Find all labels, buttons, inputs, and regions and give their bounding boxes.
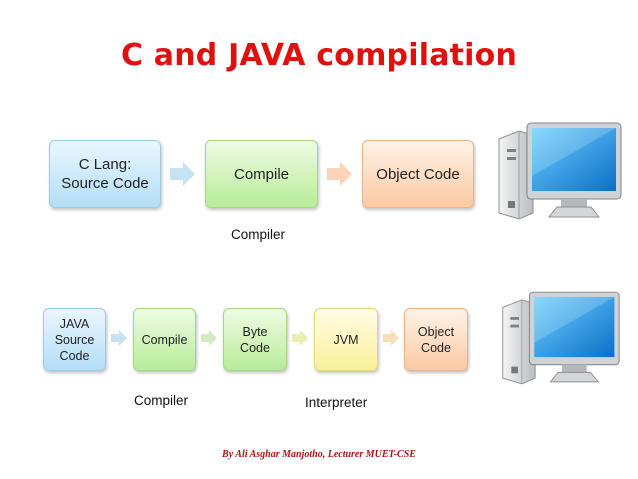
arrow-right-icon (292, 330, 308, 346)
arrow-right-icon (383, 330, 399, 346)
java-object-code-label: Object Code (417, 324, 455, 355)
slide-title: C and JAVA compilation (120, 38, 518, 73)
c-compile-box: Compile (205, 140, 318, 208)
bytecode-box: Byte Code (223, 308, 287, 371)
bytecode-label: Byte Code (240, 324, 270, 355)
computer-icon (502, 291, 620, 385)
java-source-code-label: JAVA Source Code (54, 316, 95, 363)
arrow-right-icon (327, 162, 352, 186)
c-object-code-box: Object Code (362, 140, 474, 208)
arrow-right-icon (111, 330, 127, 346)
java-compile-box: Compile (133, 308, 196, 371)
arrow-right-icon (170, 162, 195, 186)
c-compiler-label: Compiler (231, 227, 286, 242)
author-credit: By Ali Asghar Manjotho, Lecturer MUET-CS… (222, 449, 416, 460)
c-source-code-label: C Lang: Source Code (61, 156, 149, 192)
interpreter-label: Interpreter (305, 395, 368, 410)
jvm-label: JVM (333, 332, 359, 347)
c-object-code-label: Object Code (376, 165, 460, 183)
java-compiler-label: Compiler (134, 393, 189, 408)
c-source-code-box: C Lang: Source Code (49, 140, 161, 208)
arrow-right-icon (201, 330, 217, 346)
jvm-box: JVM (314, 308, 378, 371)
computer-icon (498, 122, 622, 220)
c-compile-label: Compile (233, 165, 290, 183)
java-source-code-box: JAVA Source Code (43, 308, 106, 371)
java-object-code-box: Object Code (404, 308, 468, 371)
java-compile-label: Compile (141, 332, 188, 347)
